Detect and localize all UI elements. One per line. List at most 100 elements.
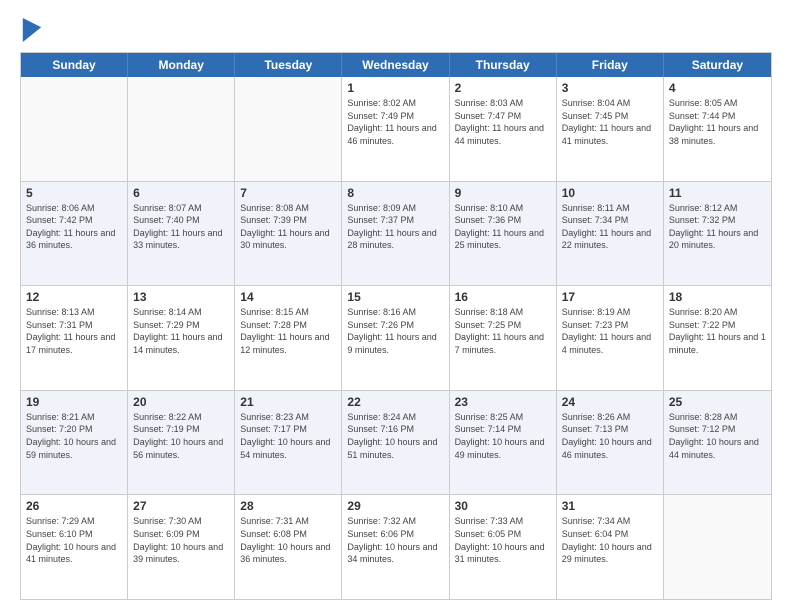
header-cell-saturday: Saturday — [664, 53, 771, 77]
day-number: 5 — [26, 186, 122, 200]
day-cell-2: 2Sunrise: 8:03 AM Sunset: 7:47 PM Daylig… — [450, 77, 557, 181]
calendar-week-2: 5 Sunrise: 8:06 AM Sunset: 7:42 PM Daylig… — [21, 181, 771, 286]
day-info: Sunrise: 8:15 AM Sunset: 7:28 PM Dayligh… — [240, 306, 336, 356]
calendar-week-5: 26 Sunrise: 7:29 AM Sunset: 6:10 PM Dayli… — [21, 494, 771, 599]
day-cell-15: 15 Sunrise: 8:16 AM Sunset: 7:26 PM Dayli… — [342, 286, 449, 390]
day-info: Sunrise: 8:05 AM Sunset: 7:44 PM Dayligh… — [669, 97, 766, 147]
day-cell-9: 9Sunrise: 8:10 AM Sunset: 7:36 PM Daylig… — [450, 182, 557, 286]
day-cell-29: 29Sunrise: 7:32 AM Sunset: 6:06 PM Dayli… — [342, 495, 449, 599]
day-info: Sunrise: 8:18 AM Sunset: 7:25 PM Dayligh… — [455, 306, 551, 356]
day-cell-31: 31 Sunrise: 7:34 AM Sunset: 6:04 PM Dayli… — [557, 495, 664, 599]
day-number: 26 — [26, 499, 122, 513]
header-cell-thursday: Thursday — [450, 53, 557, 77]
day-info: Sunrise: 8:06 AM Sunset: 7:42 PM Dayligh… — [26, 202, 122, 252]
day-info: Sunrise: 8:19 AM Sunset: 7:23 PM Dayligh… — [562, 306, 658, 356]
day-cell-12: 12Sunrise: 8:13 AM Sunset: 7:31 PM Dayli… — [21, 286, 128, 390]
day-cell-4: 4 Sunrise: 8:05 AM Sunset: 7:44 PM Daylig… — [664, 77, 771, 181]
calendar: SundayMondayTuesdayWednesdayThursdayFrid… — [20, 52, 772, 600]
day-info: Sunrise: 8:12 AM Sunset: 7:32 PM Dayligh… — [669, 202, 766, 252]
day-info: Sunrise: 8:13 AM Sunset: 7:31 PM Dayligh… — [26, 306, 122, 356]
day-cell-24: 24 Sunrise: 8:26 AM Sunset: 7:13 PM Dayli… — [557, 391, 664, 495]
day-number: 20 — [133, 395, 229, 409]
day-info: Sunrise: 7:30 AM Sunset: 6:09 PM Dayligh… — [133, 515, 229, 565]
day-info: Sunrise: 8:23 AM Sunset: 7:17 PM Dayligh… — [240, 411, 336, 461]
day-number: 15 — [347, 290, 443, 304]
day-number: 30 — [455, 499, 551, 513]
day-cell-19: 19 Sunrise: 8:21 AM Sunset: 7:20 PM Dayli… — [21, 391, 128, 495]
day-number: 3 — [562, 81, 658, 95]
page: SundayMondayTuesdayWednesdayThursdayFrid… — [0, 0, 792, 612]
day-number: 16 — [455, 290, 551, 304]
header-cell-tuesday: Tuesday — [235, 53, 342, 77]
day-number: 24 — [562, 395, 658, 409]
calendar-header-row: SundayMondayTuesdayWednesdayThursdayFrid… — [21, 53, 771, 77]
day-number: 19 — [26, 395, 122, 409]
day-cell-14: 14 Sunrise: 8:15 AM Sunset: 7:28 PM Dayli… — [235, 286, 342, 390]
day-cell-13: 13Sunrise: 8:14 AM Sunset: 7:29 PM Dayli… — [128, 286, 235, 390]
header — [20, 16, 772, 42]
day-number: 14 — [240, 290, 336, 304]
day-number: 18 — [669, 290, 766, 304]
day-cell-3: 3 Sunrise: 8:04 AM Sunset: 7:45 PM Daylig… — [557, 77, 664, 181]
day-cell-10: 10Sunrise: 8:11 AM Sunset: 7:34 PM Dayli… — [557, 182, 664, 286]
day-info: Sunrise: 8:24 AM Sunset: 7:16 PM Dayligh… — [347, 411, 443, 461]
logo-icon — [22, 18, 42, 42]
day-info: Sunrise: 8:20 AM Sunset: 7:22 PM Dayligh… — [669, 306, 766, 356]
day-info: Sunrise: 8:22 AM Sunset: 7:19 PM Dayligh… — [133, 411, 229, 461]
header-cell-monday: Monday — [128, 53, 235, 77]
empty-cell — [128, 77, 235, 181]
day-number: 25 — [669, 395, 766, 409]
day-info: Sunrise: 7:29 AM Sunset: 6:10 PM Dayligh… — [26, 515, 122, 565]
day-cell-1: 1 Sunrise: 8:02 AM Sunset: 7:49 PM Daylig… — [342, 77, 449, 181]
day-cell-30: 30 Sunrise: 7:33 AM Sunset: 6:05 PM Dayli… — [450, 495, 557, 599]
day-number: 17 — [562, 290, 658, 304]
day-cell-6: 6 Sunrise: 8:07 AM Sunset: 7:40 PM Daylig… — [128, 182, 235, 286]
day-number: 22 — [347, 395, 443, 409]
day-cell-5: 5 Sunrise: 8:06 AM Sunset: 7:42 PM Daylig… — [21, 182, 128, 286]
header-cell-wednesday: Wednesday — [342, 53, 449, 77]
day-cell-26: 26 Sunrise: 7:29 AM Sunset: 6:10 PM Dayli… — [21, 495, 128, 599]
day-info: Sunrise: 8:08 AM Sunset: 7:39 PM Dayligh… — [240, 202, 336, 252]
day-cell-16: 16 Sunrise: 8:18 AM Sunset: 7:25 PM Dayli… — [450, 286, 557, 390]
day-info: Sunrise: 8:02 AM Sunset: 7:49 PM Dayligh… — [347, 97, 443, 147]
day-cell-21: 21Sunrise: 8:23 AM Sunset: 7:17 PM Dayli… — [235, 391, 342, 495]
day-number: 1 — [347, 81, 443, 95]
day-info: Sunrise: 8:26 AM Sunset: 7:13 PM Dayligh… — [562, 411, 658, 461]
day-info: Sunrise: 7:31 AM Sunset: 6:08 PM Dayligh… — [240, 515, 336, 565]
day-number: 8 — [347, 186, 443, 200]
day-cell-17: 17 Sunrise: 8:19 AM Sunset: 7:23 PM Dayli… — [557, 286, 664, 390]
day-cell-7: 7Sunrise: 8:08 AM Sunset: 7:39 PM Daylig… — [235, 182, 342, 286]
day-number: 28 — [240, 499, 336, 513]
day-info: Sunrise: 8:03 AM Sunset: 7:47 PM Dayligh… — [455, 97, 551, 147]
header-cell-friday: Friday — [557, 53, 664, 77]
day-number: 6 — [133, 186, 229, 200]
day-number: 31 — [562, 499, 658, 513]
day-info: Sunrise: 8:21 AM Sunset: 7:20 PM Dayligh… — [26, 411, 122, 461]
logo — [20, 16, 42, 42]
day-info: Sunrise: 7:33 AM Sunset: 6:05 PM Dayligh… — [455, 515, 551, 565]
day-info: Sunrise: 8:16 AM Sunset: 7:26 PM Dayligh… — [347, 306, 443, 356]
day-number: 4 — [669, 81, 766, 95]
day-cell-8: 8 Sunrise: 8:09 AM Sunset: 7:37 PM Daylig… — [342, 182, 449, 286]
day-cell-22: 22 Sunrise: 8:24 AM Sunset: 7:16 PM Dayli… — [342, 391, 449, 495]
day-info: Sunrise: 8:14 AM Sunset: 7:29 PM Dayligh… — [133, 306, 229, 356]
day-number: 23 — [455, 395, 551, 409]
empty-cell — [21, 77, 128, 181]
day-info: Sunrise: 8:04 AM Sunset: 7:45 PM Dayligh… — [562, 97, 658, 147]
day-cell-11: 11Sunrise: 8:12 AM Sunset: 7:32 PM Dayli… — [664, 182, 771, 286]
day-cell-25: 25Sunrise: 8:28 AM Sunset: 7:12 PM Dayli… — [664, 391, 771, 495]
day-number: 29 — [347, 499, 443, 513]
calendar-week-4: 19 Sunrise: 8:21 AM Sunset: 7:20 PM Dayli… — [21, 390, 771, 495]
calendar-body: 1 Sunrise: 8:02 AM Sunset: 7:49 PM Daylig… — [21, 77, 771, 599]
empty-cell — [664, 495, 771, 599]
day-cell-18: 18 Sunrise: 8:20 AM Sunset: 7:22 PM Dayli… — [664, 286, 771, 390]
day-info: Sunrise: 8:09 AM Sunset: 7:37 PM Dayligh… — [347, 202, 443, 252]
day-cell-23: 23Sunrise: 8:25 AM Sunset: 7:14 PM Dayli… — [450, 391, 557, 495]
day-cell-28: 28 Sunrise: 7:31 AM Sunset: 6:08 PM Dayli… — [235, 495, 342, 599]
empty-cell — [235, 77, 342, 181]
day-info: Sunrise: 7:34 AM Sunset: 6:04 PM Dayligh… — [562, 515, 658, 565]
day-info: Sunrise: 8:10 AM Sunset: 7:36 PM Dayligh… — [455, 202, 551, 252]
day-info: Sunrise: 8:07 AM Sunset: 7:40 PM Dayligh… — [133, 202, 229, 252]
day-info: Sunrise: 8:11 AM Sunset: 7:34 PM Dayligh… — [562, 202, 658, 252]
calendar-week-1: 1 Sunrise: 8:02 AM Sunset: 7:49 PM Daylig… — [21, 77, 771, 181]
